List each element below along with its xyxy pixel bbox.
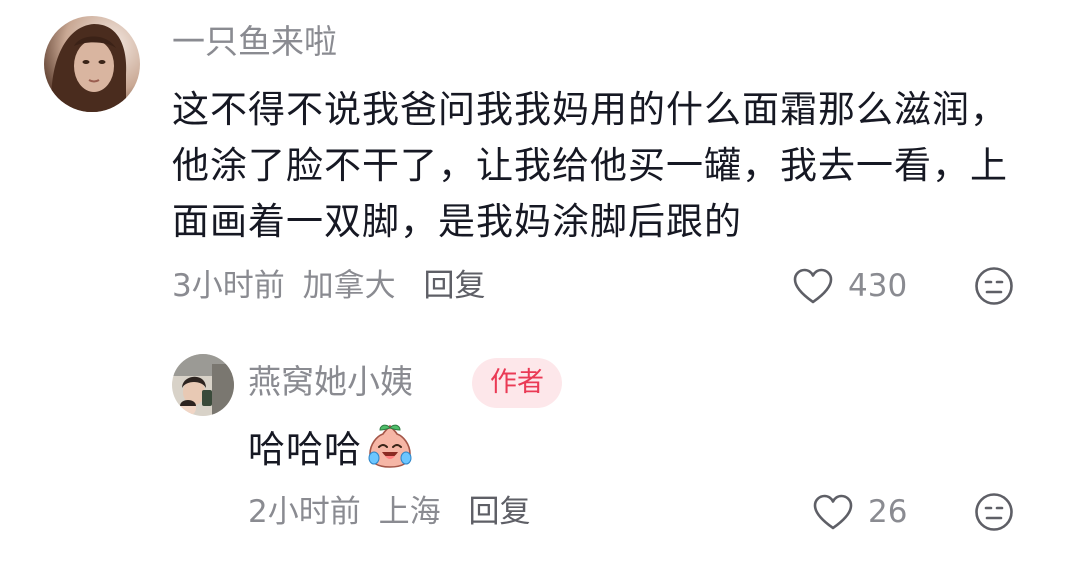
like-button[interactable]: 430 xyxy=(792,264,907,308)
reply-reply-button[interactable]: 回复 xyxy=(468,494,530,530)
heart-icon xyxy=(793,268,833,304)
author-badge: 作者 xyxy=(472,358,562,408)
avatar-image xyxy=(44,16,140,112)
reply-avatar[interactable] xyxy=(172,354,234,416)
reply-text-content: 哈哈哈 xyxy=(248,428,362,471)
dislike-face-icon[interactable] xyxy=(974,266,1014,306)
reply-like-count: 26 xyxy=(868,494,908,530)
reply-location: 上海 xyxy=(378,494,441,530)
comment-item: 一只鱼来啦 这不得不说我爸问我我妈用的什么面霜那么滋润，他涂了脸不干了，让我给他… xyxy=(0,0,1080,330)
like-count: 430 xyxy=(848,268,908,304)
reply-text: 哈哈哈 xyxy=(248,422,1028,478)
reply-time: 2小时前 xyxy=(248,494,361,530)
comment-text: 这不得不说我爸问我我妈用的什么面霜那么滋润，他涂了脸不干了，让我给他买一罐，我去… xyxy=(172,88,1008,243)
reply-like-button[interactable]: 26 xyxy=(812,490,907,534)
reply-meta: 2小时前 上海 回复 xyxy=(248,492,538,532)
avatar-image xyxy=(172,354,234,416)
dislike-face-icon[interactable] xyxy=(974,492,1014,532)
heart-icon xyxy=(813,494,853,530)
comment-meta: 3小时前 加拿大 回复 xyxy=(172,266,493,306)
laughing-crying-peach-emoji xyxy=(368,424,412,468)
comment-time: 3小时前 xyxy=(172,268,285,304)
commenter-username[interactable]: 一只鱼来啦 xyxy=(172,22,337,62)
commenter-avatar[interactable] xyxy=(44,16,140,112)
comment-location: 加拿大 xyxy=(302,268,396,304)
reply-item: 燕窝她小姨 作者 哈哈哈 2小时前 上海 回复 26 xyxy=(0,330,1080,564)
reply-button[interactable]: 回复 xyxy=(423,268,485,304)
reply-username[interactable]: 燕窝她小姨 xyxy=(248,362,413,402)
